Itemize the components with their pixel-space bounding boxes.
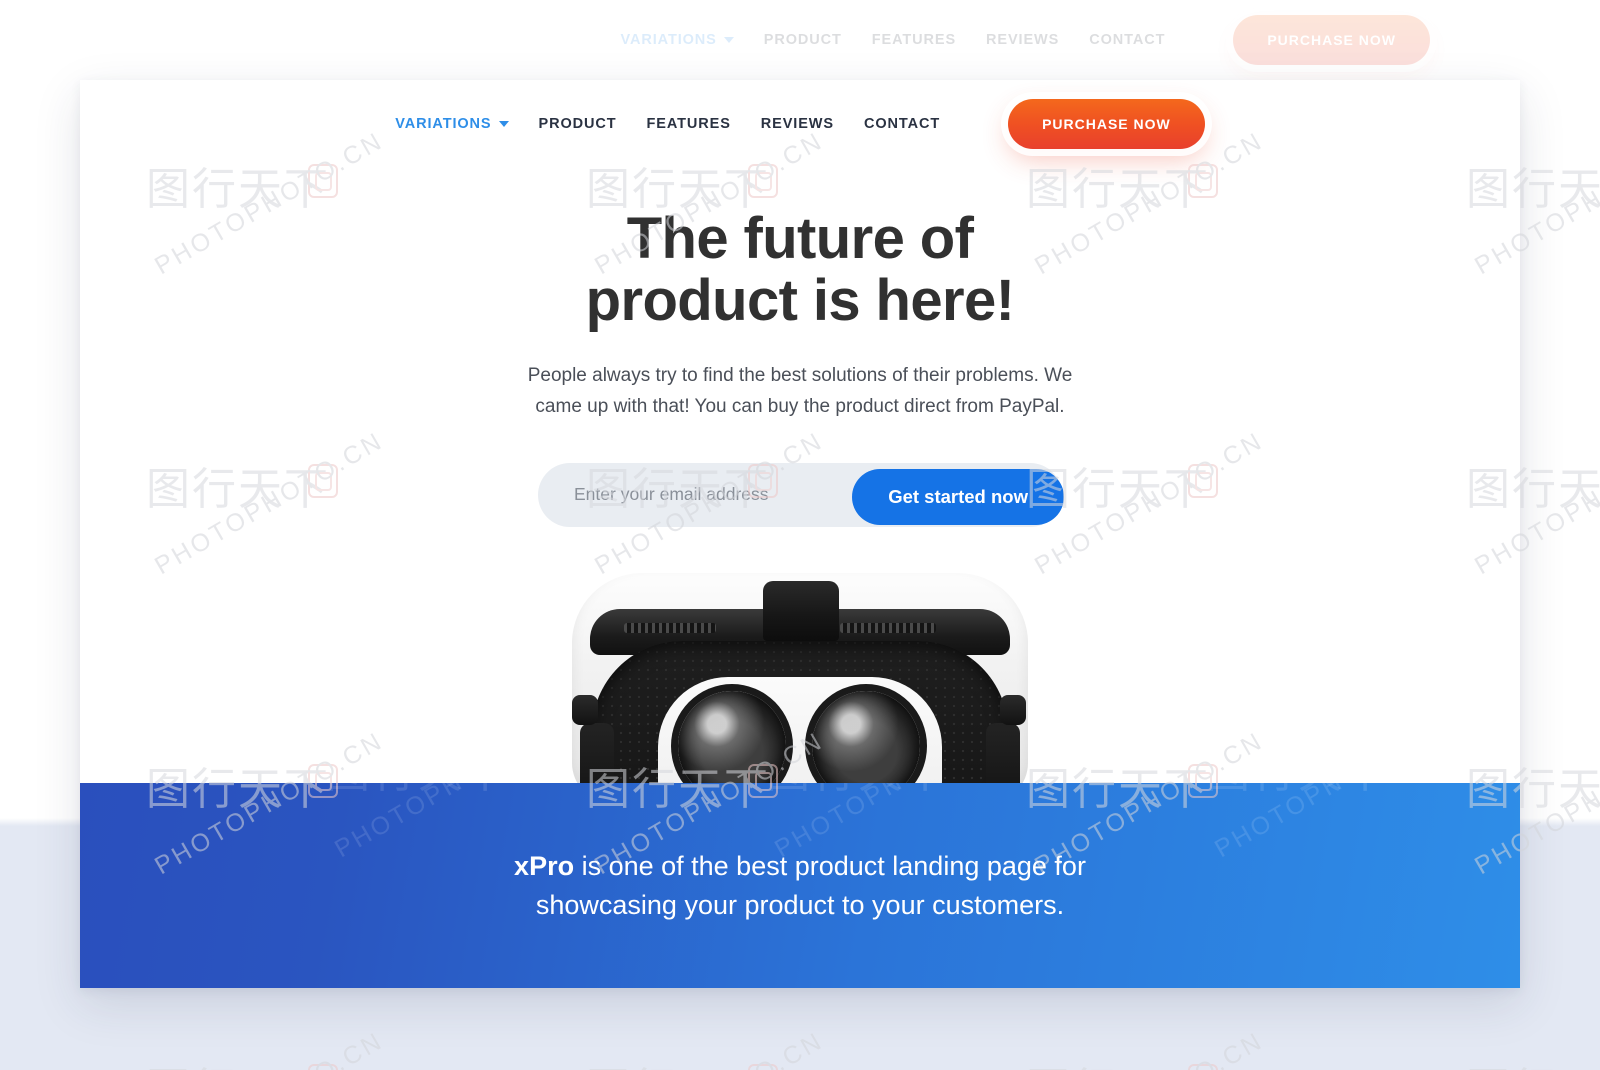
vr-headset-illustration (550, 555, 1050, 815)
promo-banner-text: xPro is one of the best product landing … (480, 847, 1120, 925)
navbar: VARIATIONS PRODUCT FEATURES REVIEWS CONT… (80, 80, 1520, 168)
hero-section: The future of product is here! People al… (80, 168, 1520, 527)
watermark-cn-text: 图行天下 (326, 783, 510, 795)
watermark-text: PHOTOPHOTO.CN (1210, 783, 1449, 864)
nav-item-variations[interactable]: VARIATIONS (395, 116, 509, 132)
watermark-cn-text: 图行天下 (766, 783, 950, 795)
ghost-nav-links: VARIATIONS PRODUCT FEATURES REVIEWS CONT… (620, 15, 1430, 65)
nav-item-product[interactable]: PRODUCT (539, 116, 617, 132)
ghost-navbar-preview: VARIATIONS PRODUCT FEATURES REVIEWS CONT… (0, 0, 1600, 80)
nav-item-features[interactable]: FEATURES (647, 116, 731, 132)
vr-adjust-knob-left (572, 695, 598, 725)
ghost-nav-item-product: PRODUCT (763, 32, 842, 48)
ghost-nav-item-features: FEATURES (871, 32, 957, 48)
nav-links: VARIATIONS PRODUCT FEATURES REVIEWS CONT… (395, 99, 1205, 149)
vr-head-strap (763, 581, 839, 641)
page-title: The future of product is here! (520, 206, 1080, 334)
purchase-now-button[interactable]: PURCHASE NOW (1008, 99, 1205, 149)
brand-name: xPro (514, 850, 575, 881)
hero-title-line-1: The future of (626, 206, 974, 271)
nav-item-reviews[interactable]: REVIEWS (761, 116, 834, 132)
chevron-down-icon (723, 37, 734, 43)
ghost-nav-item-contact: CONTACT (1089, 32, 1166, 48)
nav-label-variations: VARIATIONS (395, 116, 492, 132)
ghost-nav-item-reviews: REVIEWS (986, 32, 1060, 48)
hero-subtitle: People always try to find the best solut… (527, 365, 1073, 417)
ghost-purchase-now-button: PURCHASE NOW (1233, 15, 1430, 65)
get-started-button[interactable]: Get started now (852, 468, 1064, 525)
hero-title-line-2: product is here! (585, 268, 1015, 334)
email-signup-form: Get started now (538, 462, 1064, 527)
nav-item-contact[interactable]: CONTACT (864, 116, 940, 132)
vr-adjust-knob-right (1000, 695, 1026, 725)
product-image (80, 555, 1520, 815)
promo-banner-rest: is one of the best product landing page … (535, 850, 1086, 920)
chevron-down-icon[interactable] (498, 121, 509, 127)
vr-vent-right (840, 623, 936, 633)
vr-vent-left (624, 623, 716, 633)
watermark-cn-text: 图行天下 (1206, 783, 1390, 795)
ghost-nav-item-variations: VARIATIONS (620, 32, 734, 48)
promo-banner: 图行天下PHOTOPHOTO.CN图行天下PHOTOPHOTO.CN图行天下PH… (80, 783, 1520, 988)
landing-page-card: VARIATIONS PRODUCT FEATURES REVIEWS CONT… (80, 80, 1520, 988)
watermark: 图行天下PHOTOPHOTO.CN (1200, 783, 1500, 953)
ghost-nav-label-variations: VARIATIONS (620, 32, 717, 48)
